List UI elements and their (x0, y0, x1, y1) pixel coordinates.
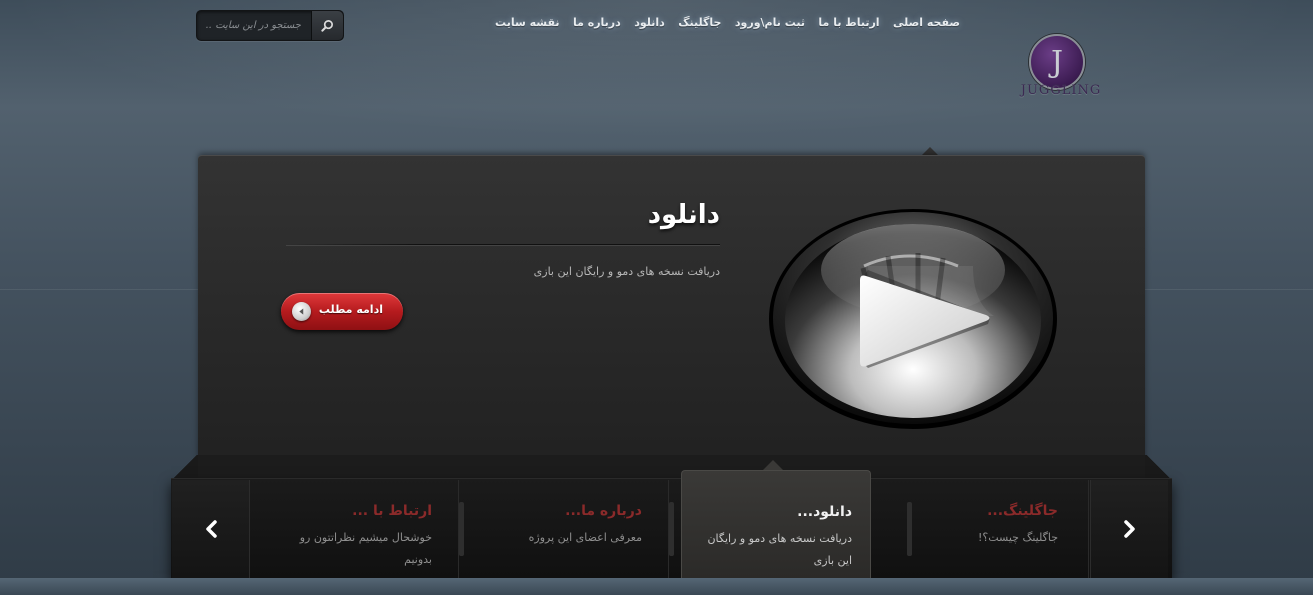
tab-description: جاگلینگ چیست؟! (978, 531, 1058, 544)
nav-item-download[interactable]: دانلود (634, 16, 665, 29)
search-icon (321, 20, 333, 32)
logo-letter: J (1050, 44, 1064, 80)
tab-description: دریافت نسخه های دمو و رایگان این بازی (707, 532, 852, 567)
logo-emblem: J (1029, 34, 1085, 90)
active-tab-notch (763, 460, 783, 470)
nav-item-about[interactable]: درباره ما (573, 16, 621, 29)
tab-description: معرفی اعضای این پروژه (528, 531, 642, 544)
nav-item-contact[interactable]: ارتباط با ما (818, 16, 879, 29)
footer-edge (0, 578, 1313, 595)
tab-title: جاگلینگ... (987, 503, 1058, 519)
bar-top (198, 455, 1145, 479)
tab-title: ارتباط با ... (352, 503, 432, 519)
nav-item-home[interactable]: صفحه اصلی (893, 16, 960, 29)
site-logo[interactable]: J JUGGLING (1013, 34, 1109, 102)
slide-title: دانلود (647, 200, 720, 230)
play-icon (768, 208, 1059, 430)
slider-tab-download[interactable]: دانلود... دریافت نسخه های دمو و رایگان ا… (681, 470, 871, 579)
search-input[interactable] (197, 11, 309, 40)
slider-next-button[interactable] (1090, 480, 1168, 578)
slider-prev-button[interactable] (172, 480, 250, 578)
slide-description: دریافت نسخه های دمو و رایگان این بازی (533, 265, 720, 278)
nav-item-sitemap[interactable]: نقشه سایت (495, 16, 559, 29)
search-button[interactable] (311, 11, 343, 40)
slider-tab-about[interactable]: درباره ما... معرفی اعضای این پروژه (460, 480, 674, 578)
slider-tab-contact[interactable]: ارتباط با ... خوشحال میشیم نظراتتون رو ب… (250, 480, 464, 578)
bar-bevel-right (1145, 455, 1172, 479)
read-more-label: ادامه مطلب (318, 303, 383, 316)
read-more-button[interactable]: ادامه مطلب (281, 293, 403, 330)
chevron-left-icon (205, 520, 217, 538)
bar-bevel-left (171, 455, 198, 479)
chevron-right-icon (1123, 520, 1135, 538)
nav-item-juggling[interactable]: جاگلینگ (678, 16, 721, 29)
main-navigation: صفحه اصلی ارتباط با ما ثبت نام\ورود جاگل… (495, 16, 960, 29)
arrow-left-icon (292, 302, 311, 321)
tab-description: خوشحال میشیم نظراتتون رو بدونیم (299, 531, 432, 566)
tab-title: دانلود... (797, 504, 852, 520)
tab-title: درباره ما... (565, 503, 642, 519)
nav-item-register-login[interactable]: ثبت نام\ورود (735, 16, 805, 29)
search-box (196, 10, 344, 41)
logo-text: JUGGLING (1020, 83, 1102, 98)
tab-divider (669, 502, 674, 556)
title-divider (286, 244, 720, 246)
slider-tab-juggling[interactable]: جاگلینگ... جاگلینگ چیست؟! (880, 480, 1089, 578)
